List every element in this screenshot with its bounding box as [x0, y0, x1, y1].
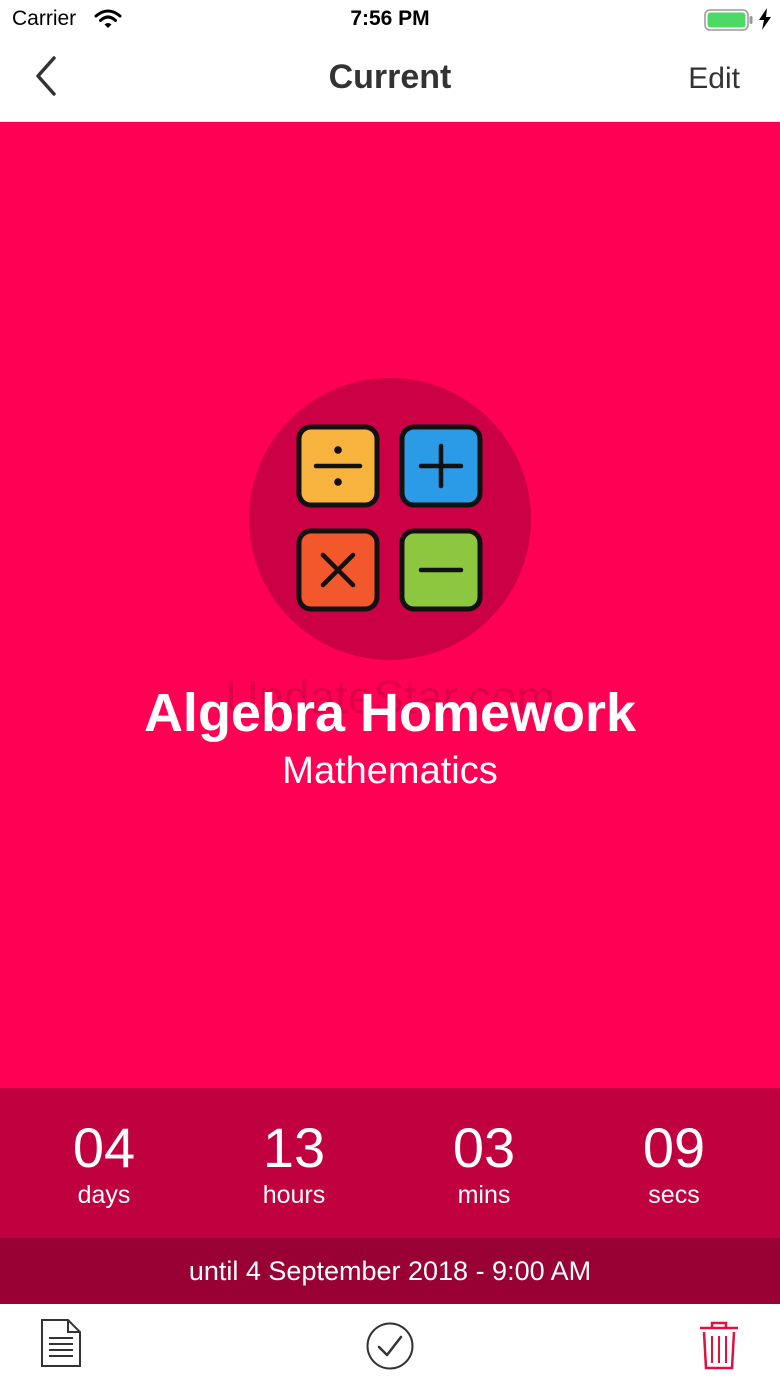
page-title: Current — [328, 58, 452, 96]
due-date-bar: until 4 September 2018 - 9:00 AM — [0, 1238, 780, 1304]
countdown-mins: 03 mins — [389, 1088, 579, 1238]
task-hero: UpdateStar.com Algebra Homework Mathemat… — [0, 122, 780, 1088]
countdown-mins-value: 03 — [452, 1116, 516, 1179]
battery-icon — [704, 9, 754, 36]
task-title: Algebra Homework — [143, 683, 637, 743]
notes-button[interactable] — [40, 1318, 82, 1373]
countdown-mins-label: mins — [457, 1181, 511, 1209]
status-bar: Carrier 7:56 PM — [0, 0, 780, 40]
trash-icon — [700, 1321, 738, 1370]
navigation-bar: Current Edit — [0, 40, 780, 122]
countdown-hours-value: 13 — [262, 1116, 326, 1179]
countdown-panel: 04 days 13 hours 03 mins 09 secs — [0, 1088, 780, 1238]
countdown-hours-label: hours — [262, 1181, 326, 1209]
checkmark-circle-icon — [366, 1322, 414, 1370]
delete-button[interactable] — [698, 1320, 740, 1375]
status-time: 7:56 PM — [350, 7, 430, 30]
charging-bolt-icon — [758, 8, 772, 35]
countdown-secs-label: secs — [648, 1181, 700, 1209]
screen: Carrier 7:56 PM Current Edit UpdateStar.… — [0, 0, 780, 1387]
countdown-days-label: days — [77, 1181, 131, 1209]
countdown-days: 04 days — [9, 1088, 199, 1238]
countdown-secs: 09 secs — [579, 1088, 769, 1238]
bottom-toolbar — [0, 1304, 780, 1387]
math-operators-icon — [296, 424, 486, 619]
task-subject: Mathematics — [282, 750, 498, 792]
countdown-days-value: 04 — [72, 1116, 136, 1179]
countdown-hours: 13 hours — [199, 1088, 389, 1238]
complete-button[interactable] — [366, 1322, 414, 1375]
countdown-secs-value: 09 — [642, 1116, 706, 1179]
edit-button[interactable]: Edit — [688, 62, 740, 96]
document-icon — [41, 1319, 81, 1367]
